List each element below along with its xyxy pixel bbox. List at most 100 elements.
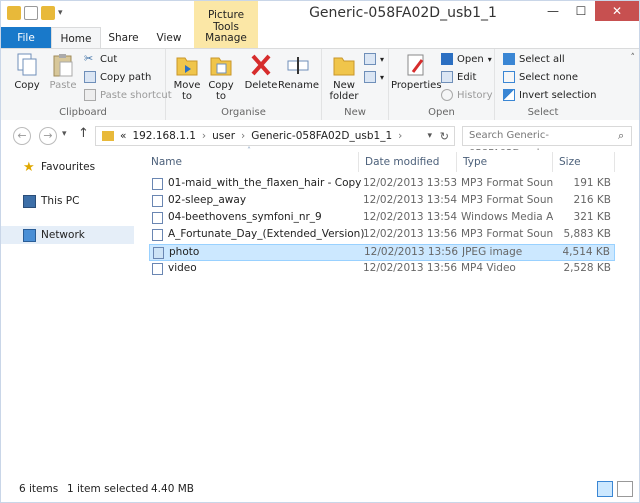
- copy-path-label: Copy path: [100, 71, 152, 83]
- status-selected-size: 4.40 MB: [151, 483, 194, 495]
- copy-folder-icon: [209, 52, 233, 78]
- file-row[interactable]: 04-beethovens_symfoni_nr_9 12/02/2013 13…: [149, 210, 615, 227]
- properties-button[interactable]: Properties: [391, 52, 442, 91]
- copy-label: Copy: [14, 80, 40, 91]
- file-row[interactable]: 01-maid_with_the_flaxen_hair - Copy 12/0…: [149, 176, 615, 193]
- search-icon[interactable]: ⌕: [618, 129, 624, 143]
- history-button[interactable]: History: [441, 89, 493, 101]
- search-input[interactable]: Search Generic-058FA02D_usb...: [462, 126, 632, 159]
- minimize-icon[interactable]: —: [539, 1, 567, 21]
- select-none-button[interactable]: Select none: [503, 71, 578, 83]
- file-type: MP4 Video: [461, 262, 516, 274]
- tab-file[interactable]: File: [1, 27, 51, 49]
- new-group: New folder ▾ ▾ New: [322, 49, 389, 120]
- rename-label: Rename: [278, 80, 320, 91]
- edit-button[interactable]: Edit: [441, 71, 476, 83]
- move-to-label-2: to: [181, 91, 193, 102]
- breadcrumb-current[interactable]: Generic-058FA02D_usb1_1: [251, 130, 392, 142]
- recent-chevron-down-icon[interactable]: ▾: [62, 129, 67, 139]
- file-row[interactable]: 02-sleep_away 12/02/2013 13:54 MP3 Forma…: [149, 193, 615, 210]
- cut-button[interactable]: ✂ Cut: [84, 53, 117, 65]
- title-bar: ▾ Picture Tools Generic-058FA02D_usb1_1 …: [1, 1, 639, 49]
- up-arrow-icon[interactable]: ↑: [78, 126, 89, 141]
- file-size: 2,528 KB: [563, 262, 612, 274]
- nav-item-this-pc[interactable]: This PC: [1, 192, 134, 210]
- back-arrow-icon[interactable]: ←: [13, 127, 31, 145]
- forward-arrow-icon[interactable]: →: [39, 127, 57, 145]
- select-group: Select all Select none Invert selection …: [495, 49, 597, 120]
- nav-item-label: This PC: [41, 195, 80, 207]
- new-item-button[interactable]: ▾: [364, 53, 384, 65]
- delete-label: Delete: [244, 80, 278, 91]
- column-header-type[interactable]: Type: [457, 152, 553, 172]
- file-size: 4,514 KB: [562, 246, 611, 258]
- copy-to-button[interactable]: Copy to: [203, 52, 239, 102]
- paste-shortcut-button[interactable]: Paste shortcut: [84, 89, 172, 101]
- ribbon: Copy Paste ✂ Cut Copy path Paste shortcu…: [1, 48, 639, 121]
- breadcrumb-overflow[interactable]: «: [120, 130, 126, 142]
- file-type: MP3 Format Sound: [461, 194, 553, 206]
- clipboard-group-label: Clipboard: [59, 107, 107, 118]
- nav-item-favourites[interactable]: ★ Favourites: [1, 158, 134, 176]
- open-button[interactable]: Open ▾: [441, 53, 492, 65]
- paste-button[interactable]: Paste: [45, 52, 81, 91]
- large-icons-view-icon[interactable]: [617, 481, 633, 497]
- move-to-button[interactable]: Move to: [169, 52, 205, 102]
- star-icon: ★: [23, 159, 35, 175]
- new-folder-button[interactable]: New folder: [326, 52, 362, 102]
- folder-icon: [102, 131, 114, 141]
- collapse-ribbon-chevron-up-icon[interactable]: ˄: [631, 53, 636, 63]
- file-date: 12/02/2013 13:54: [363, 211, 458, 223]
- rename-button[interactable]: Rename: [278, 52, 320, 91]
- tab-view[interactable]: View: [146, 27, 192, 49]
- select-all-button[interactable]: Select all: [503, 53, 565, 65]
- breadcrumb-separator: ›: [241, 130, 246, 142]
- breadcrumb-separator: ›: [201, 130, 207, 142]
- breadcrumb-host[interactable]: 192.168.1.1: [132, 130, 195, 142]
- properties-icon[interactable]: [24, 6, 38, 20]
- close-icon[interactable]: ✕: [595, 1, 639, 21]
- tab-share[interactable]: Share: [101, 27, 146, 49]
- explorer-window: ▾ Picture Tools Generic-058FA02D_usb1_1 …: [0, 0, 640, 503]
- move-to-label: Move: [173, 80, 201, 91]
- copy-button[interactable]: Copy: [9, 52, 45, 91]
- audio-file-icon: [152, 178, 163, 190]
- column-header-date[interactable]: Date modified: [359, 152, 457, 172]
- column-header-name[interactable]: Name: [145, 152, 359, 172]
- file-date: 12/02/2013 13:54: [363, 194, 458, 206]
- copy-path-icon: [84, 71, 96, 83]
- breadcrumb-user[interactable]: user: [212, 130, 235, 142]
- new-folder-icon[interactable]: [41, 6, 55, 20]
- edit-icon: [441, 71, 453, 83]
- file-row[interactable]: video 12/02/2013 13:56 MP4 Video 2,528 K…: [149, 261, 615, 278]
- chevron-down-icon: ▾: [487, 54, 492, 64]
- paste-icon: [51, 52, 75, 78]
- file-row[interactable]: A_Fortunate_Day_(Extended_Version) 12/02…: [149, 227, 615, 244]
- delete-button[interactable]: Delete: [243, 52, 279, 91]
- invert-selection-button[interactable]: Invert selection: [503, 89, 597, 101]
- copy-path-button[interactable]: Copy path: [84, 71, 151, 83]
- properties-label: Properties: [391, 80, 442, 91]
- column-header-size[interactable]: Size: [553, 152, 615, 172]
- breadcrumb-separator: ›: [398, 130, 403, 142]
- easy-access-icon: [364, 71, 376, 83]
- tab-home[interactable]: Home: [51, 27, 101, 49]
- chevron-down-icon[interactable]: ▾: [58, 8, 63, 18]
- video-file-icon: [152, 263, 163, 275]
- select-all-icon: [503, 53, 515, 65]
- maximize-icon[interactable]: ☐: [567, 1, 595, 21]
- easy-access-button[interactable]: ▾: [364, 71, 384, 83]
- file-row-selected[interactable]: photo 12/02/2013 13:56 JPEG image 4,514 …: [149, 244, 615, 261]
- file-size: 321 KB: [573, 211, 611, 223]
- address-chevron-down-icon[interactable]: ▾: [427, 131, 432, 141]
- nav-item-network[interactable]: Network: [1, 226, 134, 244]
- new-folder-icon: [332, 52, 356, 78]
- file-name: 02-sleep_away: [168, 194, 247, 206]
- rename-icon: [286, 52, 310, 78]
- details-view-icon[interactable]: [597, 481, 613, 497]
- tab-manage[interactable]: Manage: [194, 27, 258, 49]
- computer-icon: [23, 194, 36, 208]
- file-date: 12/02/2013 13:56: [363, 262, 458, 274]
- refresh-icon[interactable]: ↻: [440, 130, 449, 143]
- address-field[interactable]: « 192.168.1.1 › user › Generic-058FA02D_…: [95, 126, 455, 146]
